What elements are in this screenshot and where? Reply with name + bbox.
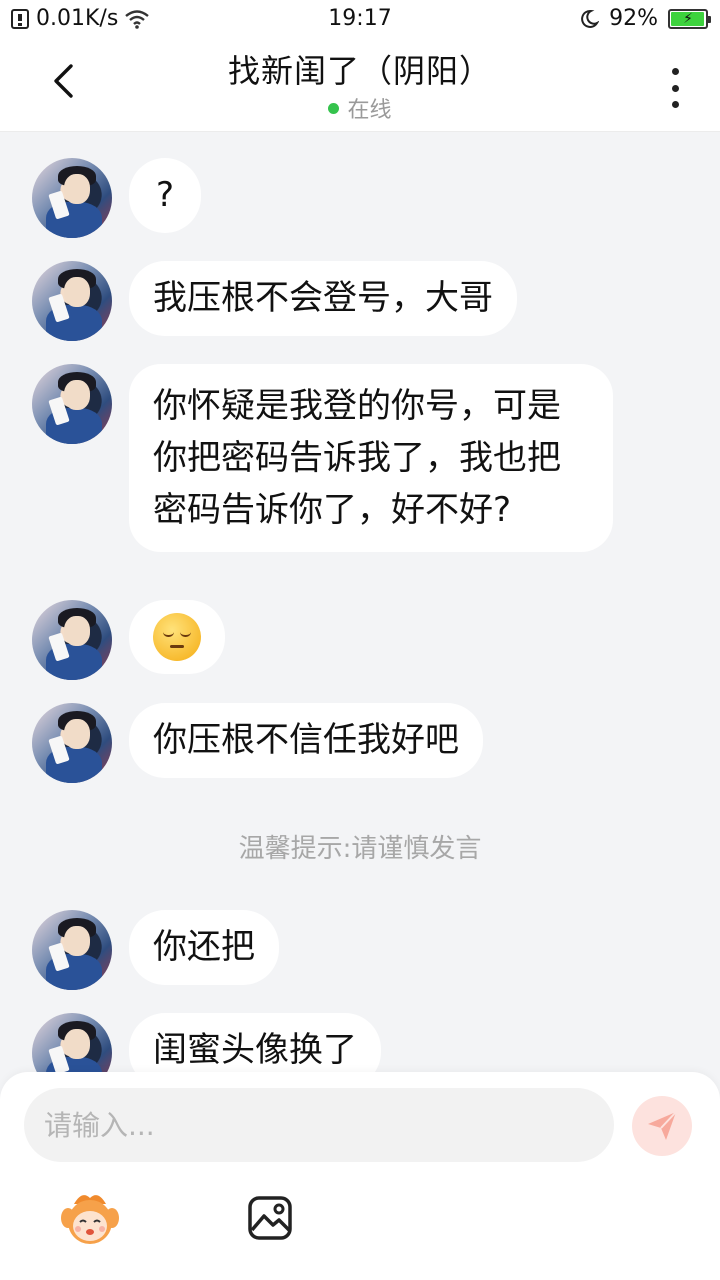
- send-button[interactable]: [632, 1096, 692, 1156]
- more-dot-icon: [671, 68, 679, 75]
- message-item: [32, 600, 225, 680]
- avatar[interactable]: [32, 910, 112, 990]
- avatar[interactable]: [32, 261, 112, 341]
- message-bubble[interactable]: 我压根不会登号，大哥: [129, 261, 517, 336]
- mascot-face-icon: [61, 1195, 119, 1244]
- battery-icon: ⚡: [668, 8, 711, 29]
- emoji-mascot-button[interactable]: [60, 1188, 120, 1248]
- chat-title: 找新闺了（阴阳）: [227, 52, 492, 90]
- message-item: 你还把: [32, 910, 279, 990]
- message-input[interactable]: [24, 1088, 614, 1162]
- message-item: 你怀疑是我登的你号，可是你把密码告诉我了，我也把密码告诉你了，好不好?: [32, 364, 613, 552]
- image-picker-button[interactable]: [246, 1194, 294, 1242]
- online-dot-icon: [328, 102, 340, 114]
- message-composer: [0, 1072, 720, 1280]
- message-list[interactable]: ? 我压根不会登号，大哥 你怀疑是我登的你号，可是你把密码告诉我了，我也把密码告…: [0, 132, 720, 1093]
- message-bubble[interactable]: ?: [129, 158, 202, 233]
- more-options-button[interactable]: [660, 68, 690, 108]
- pensive-face-emoji-icon: [153, 613, 201, 661]
- message-bubble[interactable]: 你压根不信任我好吧: [129, 703, 483, 778]
- charging-bolt-icon: ⚡: [683, 10, 693, 27]
- avatar[interactable]: [32, 703, 112, 783]
- online-status: 在线: [0, 92, 720, 124]
- status-bar: 0.01K/s 19:17 92% ⚡: [0, 0, 720, 38]
- image-icon: [248, 1196, 292, 1240]
- message-item: 我压根不会登号，大哥: [32, 261, 517, 341]
- avatar[interactable]: [32, 364, 112, 444]
- chat-header: 找新闺了（阴阳） 在线: [0, 38, 720, 132]
- more-dot-icon: [671, 84, 679, 92]
- message-bubble[interactable]: [129, 600, 225, 674]
- online-status-label: 在线: [347, 98, 392, 123]
- system-tip: 温馨提示:请谨慎发言: [238, 834, 482, 864]
- message-item: 你压根不信任我好吧: [32, 703, 483, 783]
- avatar[interactable]: [32, 600, 112, 680]
- moon-icon: [581, 9, 600, 28]
- avatar[interactable]: [32, 158, 112, 238]
- chat-screen: 0.01K/s 19:17 92% ⚡ 找新闺了（阴阳） 在线 ? 我压根不会登…: [0, 0, 720, 1280]
- send-icon: [648, 1111, 677, 1140]
- message-bubble[interactable]: 你怀疑是我登的你号，可是你把密码告诉我了，我也把密码告诉你了，好不好?: [129, 364, 613, 552]
- status-right: 92% ⚡: [579, 6, 711, 31]
- battery-percent: 92%: [609, 6, 658, 31]
- message-item: ?: [32, 158, 202, 238]
- more-dot-icon: [671, 101, 679, 108]
- message-bubble[interactable]: 你还把: [129, 910, 279, 985]
